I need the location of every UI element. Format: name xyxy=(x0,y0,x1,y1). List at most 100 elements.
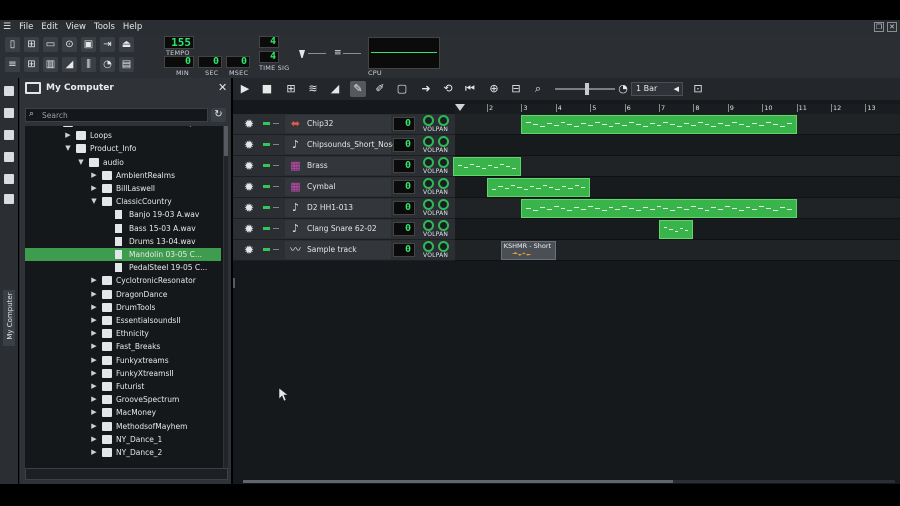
beat-editor-icon[interactable]: ⊞ xyxy=(24,57,39,72)
my-presets-icon[interactable] xyxy=(4,152,14,162)
track-mute-toggle[interactable] xyxy=(263,185,270,188)
track-lane[interactable] xyxy=(452,156,900,177)
track-mute-toggle[interactable] xyxy=(263,227,270,230)
sample-clip[interactable]: KSHMR - Short xyxy=(500,241,556,260)
remove-bar-icon[interactable]: ⊟ xyxy=(508,81,524,97)
pan-knob[interactable] xyxy=(438,157,449,168)
expand-arrow-icon[interactable]: ▶ xyxy=(90,182,98,195)
volume-knob[interactable] xyxy=(423,136,434,147)
tree-file[interactable]: Mandolin 03-05 C... xyxy=(25,248,221,261)
tree-folder[interactable]: ▶ DrumTools xyxy=(25,301,221,314)
playhead[interactable] xyxy=(455,104,465,111)
pattern-clip[interactable] xyxy=(659,220,694,239)
close-browser-icon[interactable]: ✕ xyxy=(218,81,227,94)
add-sample-track-icon[interactable]: ≋ xyxy=(305,81,321,97)
expand-arrow-icon[interactable]: ▶ xyxy=(90,367,98,380)
timesig-numerator[interactable]: 4 xyxy=(259,36,279,48)
master-volume-icon[interactable] xyxy=(299,50,305,58)
proportional-snap-icon[interactable]: ⊡ xyxy=(690,81,706,97)
new-from-template-icon[interactable]: ⊞ xyxy=(24,37,39,52)
track-volume-display[interactable]: 0 xyxy=(393,180,415,194)
tree-folder[interactable]: ▶ GrooveSpectrum xyxy=(25,393,221,406)
expand-arrow-icon[interactable]: ▶ xyxy=(64,129,72,142)
expand-arrow-icon[interactable]: ▶ xyxy=(90,380,98,393)
track-lane[interactable] xyxy=(455,198,900,219)
tree-folder[interactable]: ▶ Loops xyxy=(25,129,221,142)
draw-mode-icon[interactable]: ✎ xyxy=(350,81,366,97)
track-solo-toggle[interactable] xyxy=(273,123,279,124)
collapse-arrow-icon[interactable]: ▼ xyxy=(64,142,72,155)
tree-folder[interactable]: ▶ EssentialsoundsII xyxy=(25,314,221,327)
my-samples-icon[interactable] xyxy=(4,130,14,140)
select-mode-icon[interactable]: ▢ xyxy=(394,81,410,97)
loop-points-icon[interactable]: ⟲ xyxy=(440,81,456,97)
knife-mode-icon[interactable]: ✐ xyxy=(372,81,388,97)
tree-folder[interactable]: ▶ BillLaswell xyxy=(25,182,221,195)
track-solo-toggle[interactable] xyxy=(273,186,279,187)
recent-projects-icon[interactable]: ⊙ xyxy=(62,37,77,52)
my-home-icon[interactable] xyxy=(4,174,14,184)
refresh-icon[interactable]: ↻ xyxy=(211,108,226,122)
stop-icon[interactable]: ■ xyxy=(259,81,275,97)
timesig-denominator[interactable]: 4 xyxy=(259,51,279,63)
expand-arrow-icon[interactable]: ▶ xyxy=(90,169,98,182)
master-pitch-icon[interactable]: ≡ xyxy=(334,48,342,58)
tree-folder[interactable]: ▶ MethodsofMayhem xyxy=(25,420,221,433)
my-projects-icon[interactable] xyxy=(4,108,14,118)
track-settings-gear-icon[interactable]: ✹ xyxy=(244,159,254,173)
tree-folder[interactable]: ▶ FunkyXtreamsII xyxy=(25,367,221,380)
song-editor-icon[interactable]: ≡ xyxy=(5,57,20,72)
collapse-arrow-icon[interactable]: ▼ xyxy=(77,156,85,169)
pattern-clip[interactable] xyxy=(521,199,797,218)
pattern-clip[interactable] xyxy=(452,157,522,176)
track-volume-display[interactable]: 0 xyxy=(393,138,415,152)
track-mute-toggle[interactable] xyxy=(263,143,270,146)
track-volume-display[interactable]: 0 xyxy=(393,117,415,131)
open-project-icon[interactable]: ▭ xyxy=(43,37,58,52)
tree-folder[interactable]: ▶ NY_Dance_2 xyxy=(25,446,221,459)
track-mute-toggle[interactable] xyxy=(263,164,270,167)
instrument-plugins-icon[interactable] xyxy=(4,86,14,96)
volume-knob[interactable] xyxy=(423,157,434,168)
track-solo-toggle[interactable] xyxy=(273,144,279,145)
play-icon[interactable]: ▶ xyxy=(237,81,253,97)
tree-folder[interactable]: ▶ NY_Dance_1 xyxy=(25,433,221,446)
tree-file[interactable]: Banjo 19-03 A.wav xyxy=(25,208,221,221)
master-pitch-slider[interactable] xyxy=(343,53,361,54)
tree-folder[interactable]: ▶ Ethnicity xyxy=(25,327,221,340)
new-project-icon[interactable]: ▯ xyxy=(5,37,20,52)
tempo-display[interactable]: 155 xyxy=(164,36,194,49)
track-solo-toggle[interactable] xyxy=(273,228,279,229)
tree-scrollbar[interactable] xyxy=(224,126,228,470)
panel-splitter[interactable] xyxy=(233,278,235,288)
close-window-button[interactable]: ✕ xyxy=(887,22,897,32)
menu-help[interactable]: Help xyxy=(123,22,142,32)
master-volume-slider[interactable] xyxy=(308,53,326,54)
expand-arrow-icon[interactable]: ▶ xyxy=(90,340,98,353)
mixer-icon[interactable]: ⫼ xyxy=(81,57,96,72)
track-lane[interactable] xyxy=(455,177,900,198)
track-volume-display[interactable]: 0 xyxy=(393,222,415,236)
tree-folder[interactable]: ▼ audio xyxy=(25,156,221,169)
pattern-clip[interactable] xyxy=(487,178,591,197)
restore-window-button[interactable]: ❐ xyxy=(874,22,884,32)
track-lane[interactable] xyxy=(455,114,900,135)
tree-folder[interactable]: ▶ AmbientRealms xyxy=(25,169,221,182)
track-solo-toggle[interactable] xyxy=(273,207,279,208)
expand-arrow-icon[interactable]: ▶ xyxy=(90,393,98,406)
tree-folder[interactable]: ▶ Funkyxtreams xyxy=(25,354,221,367)
tree-folder[interactable]: ▶ Fast_Breaks xyxy=(25,340,221,353)
track-mute-toggle[interactable] xyxy=(263,206,270,209)
menu-edit[interactable]: Edit xyxy=(41,22,57,32)
zoom-slider-handle[interactable] xyxy=(585,83,589,95)
track-settings-gear-icon[interactable]: ✹ xyxy=(244,180,254,194)
project-notes-icon[interactable]: ▤ xyxy=(119,57,134,72)
track-settings-gear-icon[interactable]: ✹ xyxy=(244,243,254,257)
expand-arrow-icon[interactable]: ▶ xyxy=(90,274,98,287)
track-mute-toggle[interactable] xyxy=(263,122,270,125)
track-solo-toggle[interactable] xyxy=(273,249,279,250)
expand-arrow-icon[interactable]: ▶ xyxy=(90,420,98,433)
auto-scroll-icon[interactable]: ➜ xyxy=(418,81,434,97)
tree-folder[interactable]: ▼ Product_Info xyxy=(25,142,221,155)
track-volume-display[interactable]: 0 xyxy=(393,243,415,257)
